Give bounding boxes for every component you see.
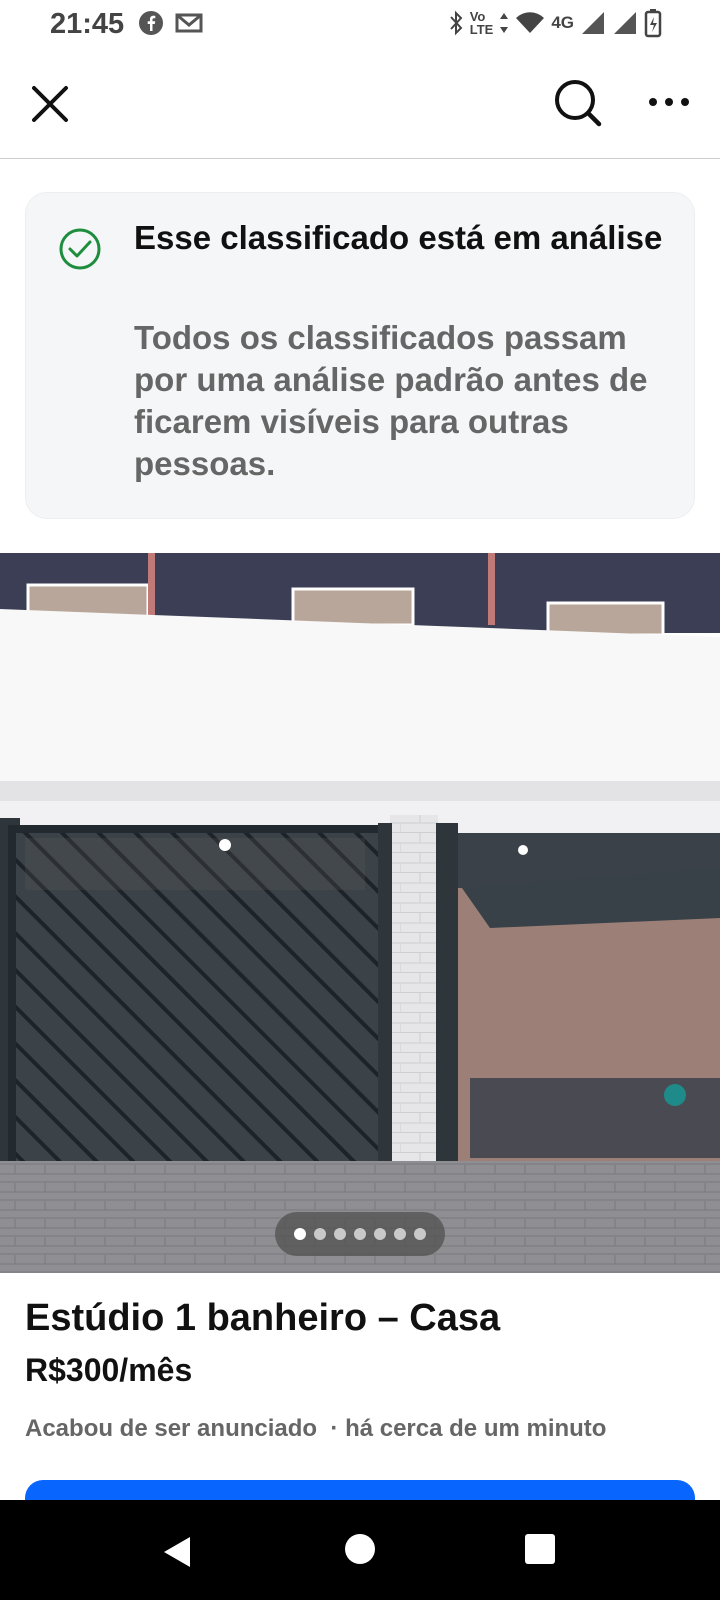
listing-photo[interactable] xyxy=(0,553,720,1273)
data-arrows-icon xyxy=(500,13,509,33)
system-icons: Vo LTE 4G xyxy=(448,8,662,38)
pager-dot[interactable] xyxy=(354,1228,366,1240)
search-icon[interactable] xyxy=(553,78,603,128)
app-bar xyxy=(0,52,720,159)
listing-price: R$300/mês xyxy=(25,1352,193,1388)
pager-dot[interactable] xyxy=(294,1228,306,1240)
signal-icon-2 xyxy=(614,12,636,34)
pager-dot[interactable] xyxy=(394,1228,406,1240)
gmail-icon xyxy=(175,13,203,33)
more-icon[interactable] xyxy=(648,90,690,114)
pager-dot[interactable] xyxy=(314,1228,326,1240)
pager-dot[interactable] xyxy=(374,1228,386,1240)
notification-icons xyxy=(138,10,204,36)
signal-icon xyxy=(582,12,604,34)
listing-title: Estúdio 1 banheiro – Casa xyxy=(25,1297,501,1339)
facebook-icon xyxy=(139,11,163,35)
battery-icon xyxy=(644,9,662,38)
notice-body: Todos os classificados passam por uma an… xyxy=(134,319,648,482)
review-notice: Esse classificado está em análise Todos … xyxy=(25,192,695,519)
pager-dot[interactable] xyxy=(334,1228,346,1240)
notice-title: Esse classificado está em análise xyxy=(134,219,663,256)
house-photo xyxy=(0,553,720,1273)
status-time: 21:45 xyxy=(50,8,125,40)
back-icon[interactable] xyxy=(162,1535,192,1569)
check-circle-icon xyxy=(59,228,101,270)
pager-dot[interactable] xyxy=(414,1228,426,1240)
network-type: 4G xyxy=(551,13,574,32)
recent-apps-icon[interactable] xyxy=(525,1534,555,1564)
navigation-bar xyxy=(0,1500,720,1600)
status-bar: 21:45 Vo LTE 4G xyxy=(0,0,720,50)
photo-pager[interactable] xyxy=(275,1212,445,1256)
bluetooth-icon xyxy=(449,10,463,36)
close-icon[interactable] xyxy=(30,84,70,124)
wifi-icon xyxy=(516,12,545,34)
volte-indicator: Vo LTE xyxy=(470,10,494,36)
listing-meta: Acabou de ser anunciado · há cerca de um… xyxy=(25,1415,607,1442)
volte-bottom: LTE xyxy=(469,22,494,37)
home-icon[interactable] xyxy=(345,1534,375,1564)
